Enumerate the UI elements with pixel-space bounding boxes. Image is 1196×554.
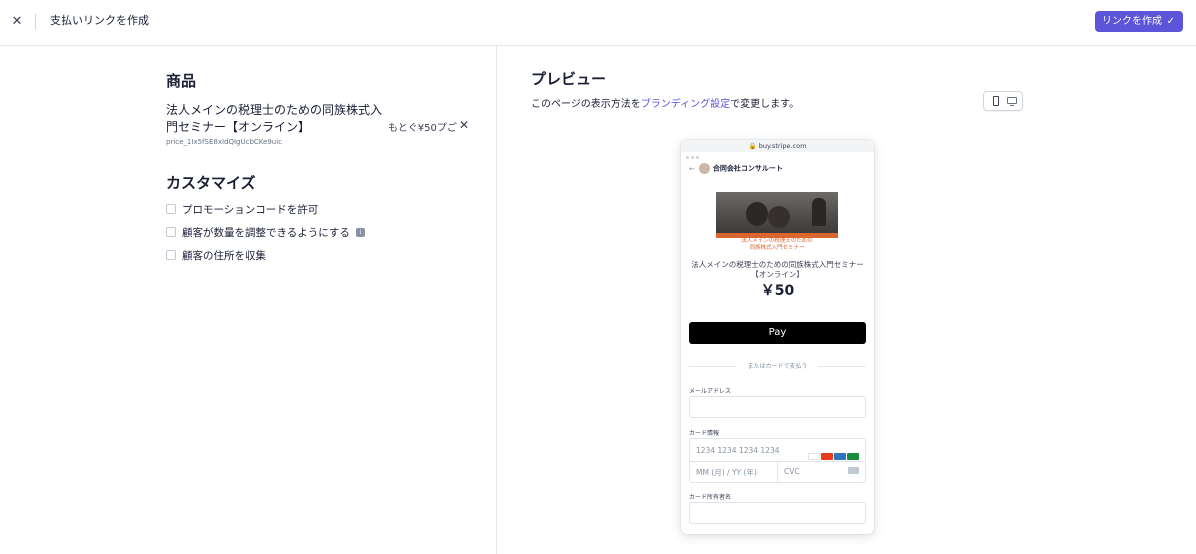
holder-label: カード所有者名 — [689, 494, 732, 501]
checkbox[interactable] — [166, 250, 176, 260]
card-label: カード情報 — [689, 430, 720, 437]
option-promo-code[interactable]: プロモーションコードを許可 — [166, 204, 318, 218]
url-text: 🔒 buy.stripe.com — [748, 142, 807, 150]
or-divider: またはカードで支払う — [689, 361, 866, 371]
branding-settings-link[interactable]: ブランディング設定 — [641, 99, 730, 110]
card-brand-logos — [807, 445, 859, 464]
visa-icon — [808, 453, 820, 460]
desc-suffix: で変更します。 — [730, 99, 800, 110]
expiry-input[interactable]: MM (月) / YY (年) — [696, 467, 757, 478]
option-collect-address[interactable]: 顧客の住所を収集 — [166, 250, 266, 264]
cvc-input[interactable]: CVC — [784, 467, 800, 476]
preview-description: このページの表示方法をブランディング設定で変更します。 — [531, 95, 799, 110]
checkout-price: ￥50 — [760, 283, 795, 299]
check-icon: ✓ — [1166, 16, 1175, 27]
device-toggle — [983, 91, 1023, 111]
create-link-button[interactable]: リンクを作成 ✓ — [1095, 11, 1183, 32]
card-field-group: 1234 1234 1234 1234 MM (月) / YY (年) CVC — [689, 438, 866, 483]
preview-panel: プレビュー このページの表示方法をブランディング設定で変更します。 🔒 buy.… — [498, 46, 1196, 554]
amex-icon — [834, 453, 846, 460]
desktop-icon[interactable] — [1007, 97, 1017, 106]
config-panel: 商品 法人メインの税理士のための同族株式入門セミナー【オンライン】 もとぐ¥50… — [0, 46, 497, 554]
jcb-icon — [847, 453, 859, 460]
info-icon[interactable]: i — [355, 227, 365, 237]
cvc-card-icon — [848, 467, 859, 474]
checkbox[interactable] — [166, 204, 176, 214]
apple-pay-button[interactable]: Pay — [689, 322, 866, 344]
checkout-product-name: 法人メインの税理士のための同族株式入門セミナー【オンライン】 — [691, 260, 864, 279]
caption-line-2: 同族株式入門セミナー — [749, 245, 805, 251]
browser-bar: 🔒 buy.stripe.com — [681, 140, 874, 159]
phone-preview: 🔒 buy.stripe.com ← 合同会社コンサルート 法人メインの税理士のた… — [681, 140, 874, 534]
card-number-input[interactable]: 1234 1234 1234 1234 — [696, 446, 780, 455]
merchant-name: 合同会社コンサルート — [712, 164, 783, 173]
email-field[interactable] — [689, 396, 866, 418]
product-price: もとぐ¥50プご — [388, 123, 457, 134]
avatar — [698, 163, 710, 174]
option-label: プロモーションコードを許可 — [182, 204, 319, 216]
desc-prefix: このページの表示方法を — [531, 99, 641, 110]
product-section-title: 商品 — [166, 72, 197, 90]
email-label: メールアドレス — [689, 388, 732, 395]
divider — [35, 14, 36, 30]
price-id: price_1Ix5fSE8xIdQIgUcbCKe9uic — [166, 138, 283, 146]
product-name: 法人メインの税理士のための同族株式入門セミナー【オンライン】 — [166, 103, 383, 134]
customize-section-title: カスタマイズ — [166, 174, 256, 192]
option-label: 顧客が数量を調整できるようにする — [182, 227, 350, 239]
preview-title: プレビュー — [531, 70, 607, 88]
create-link-label: リンクを作成 — [1102, 16, 1162, 27]
card-holder-field[interactable] — [689, 502, 866, 524]
top-bar: ✕ 支払いリンクを作成 リンクを作成 ✓ — [0, 0, 1196, 46]
mastercard-icon — [821, 453, 833, 460]
apple-pay-label: Pay — [768, 327, 787, 338]
product-image — [716, 192, 838, 238]
merchant-header: ← 合同会社コンサルート — [689, 163, 783, 174]
image-caption: 法人メインの税理士のための 同族株式入門セミナー — [716, 238, 838, 252]
caption-line-1: 法人メインの税理士のための — [741, 238, 813, 244]
back-arrow-icon[interactable]: ← — [689, 165, 695, 173]
mobile-icon[interactable] — [993, 96, 999, 106]
option-label: 顧客の住所を収集 — [182, 250, 266, 262]
checkbox[interactable] — [166, 227, 176, 237]
remove-product-icon[interactable]: ✕ — [459, 118, 469, 132]
close-icon[interactable]: ✕ — [9, 14, 25, 30]
page-title: 支払いリンクを作成 — [50, 14, 149, 27]
option-adjust-quantity[interactable]: 顧客が数量を調整できるようにする i — [166, 227, 365, 241]
